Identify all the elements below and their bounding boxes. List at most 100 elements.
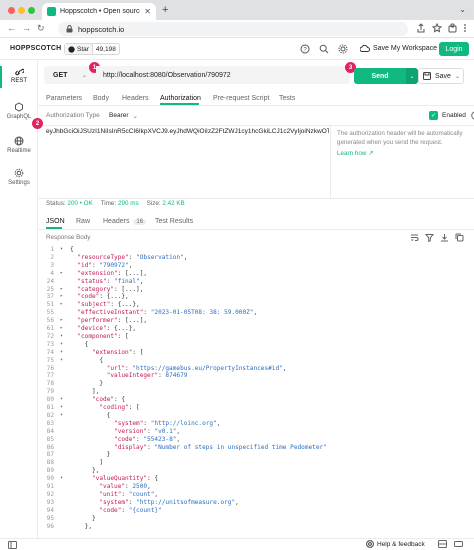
- code-line: 90 ▾ "valueQuantity": {: [38, 475, 474, 483]
- fold-toggle-icon[interactable]: ▸: [60, 317, 63, 323]
- fold-toggle-icon[interactable]: ▾: [60, 357, 63, 363]
- chevron-down-icon: ⌄: [81, 72, 87, 79]
- copy-icon[interactable]: [455, 233, 464, 242]
- download-icon[interactable]: [440, 233, 449, 242]
- fold-toggle-icon[interactable]: ▸: [60, 293, 63, 299]
- forward-icon[interactable]: →: [22, 23, 31, 33]
- address-bar[interactable]: hoppscotch.io: [58, 22, 408, 36]
- url-input[interactable]: http://localhost:8080/Observation/790972: [96, 66, 350, 84]
- line-number: 56: [46, 317, 54, 325]
- fold-toggle-icon[interactable]: ▾: [60, 475, 63, 481]
- save-workspace-button[interactable]: Save My Workspace: [360, 44, 437, 53]
- minimize-window-icon[interactable]: [18, 7, 25, 14]
- star-bookmark-icon[interactable]: [432, 23, 444, 35]
- fold-toggle-icon[interactable]: ▾: [60, 246, 63, 252]
- login-button[interactable]: Login: [439, 42, 469, 56]
- tab-tests[interactable]: Tests: [279, 95, 295, 102]
- sidebar: [0, 60, 38, 550]
- reload-icon[interactable]: ↻: [37, 23, 45, 34]
- sidebar-toggle-icon[interactable]: [8, 541, 17, 549]
- fold-toggle-icon[interactable]: ▾: [60, 404, 63, 410]
- learn-how-link[interactable]: Learn how ↗: [337, 150, 373, 157]
- response-tabs: JSON Raw Headers 16 Test Results: [38, 215, 474, 230]
- save-workspace-label: Save My Workspace: [373, 45, 438, 52]
- fold-toggle-icon[interactable]: ▾: [60, 341, 63, 347]
- fold-toggle-icon[interactable]: ▸: [60, 286, 63, 292]
- sidebar-item-realtime[interactable]: Realtime: [0, 136, 38, 154]
- code-line: 85 "code": "55423-8",: [38, 436, 474, 444]
- fold-toggle-icon[interactable]: ▾: [60, 349, 63, 355]
- search-icon[interactable]: [319, 44, 329, 54]
- tab-raw[interactable]: Raw: [76, 218, 90, 225]
- code-line: 77 "valueInteger": 874679: [38, 372, 474, 380]
- size-label: Size:: [146, 200, 161, 207]
- line-number: 92: [46, 490, 54, 498]
- tab-body[interactable]: Body: [93, 95, 109, 102]
- close-window-icon[interactable]: [8, 7, 15, 14]
- chevron-down-icon: ⌄: [132, 113, 138, 120]
- gear-icon: [14, 168, 24, 178]
- save-button[interactable]: Save ⌄: [418, 68, 464, 84]
- new-tab-icon[interactable]: +: [162, 4, 168, 16]
- app-logo[interactable]: HOPPSCOTCH: [10, 45, 61, 52]
- bearer-token-input[interactable]: eyJhbGciOiJSUzI1NiIsInR5cCI6IkpXVCJ9.eyJ…: [46, 128, 329, 137]
- github-star-button[interactable]: Star 49,198: [64, 43, 120, 55]
- tab-authorization[interactable]: Authorization: [160, 95, 201, 102]
- code-line: 76 "url": "https://gamebus.eu/PropertyIn…: [38, 365, 474, 373]
- code-text: {: [70, 340, 89, 348]
- code-line: 4 ▸ "extension": [...],: [38, 270, 474, 278]
- line-number: 83: [46, 419, 54, 427]
- sidebar-item-rest[interactable]: REST: [0, 68, 38, 84]
- fold-toggle-icon[interactable]: ▾: [60, 412, 63, 418]
- cloud-upload-icon: [360, 44, 370, 53]
- send-options-chevron-icon[interactable]: ⌄: [406, 68, 418, 84]
- close-tab-icon[interactable]: ✕: [144, 7, 151, 16]
- code-text: "version": "v0.1",: [114, 427, 181, 435]
- tab-test-results[interactable]: Test Results: [155, 218, 193, 225]
- help-icon[interactable]: ?: [300, 44, 310, 54]
- sidebar-item-graphql[interactable]: GraphQL: [0, 102, 38, 120]
- maximize-window-icon[interactable]: [28, 7, 35, 14]
- wrap-lines-icon[interactable]: [410, 233, 419, 242]
- enabled-checkbox[interactable]: ✓: [429, 111, 438, 120]
- code-line: 1 ▾ {: [38, 246, 474, 254]
- line-number: 78: [46, 380, 54, 388]
- code-line: 93 "system": "http://unitsofmeasure.org"…: [38, 499, 474, 507]
- browser-tab[interactable]: Hoppscotch • Open source API ✕: [42, 3, 156, 20]
- filter-icon[interactable]: [425, 233, 434, 242]
- code-line: 80 ▾ "code": {: [38, 396, 474, 404]
- tab-response-headers[interactable]: Headers 16: [103, 218, 147, 225]
- fold-toggle-icon[interactable]: ▸: [60, 325, 63, 331]
- help-feedback-button[interactable]: Help & feedback: [366, 540, 463, 548]
- code-text: "category": [...],: [77, 285, 144, 293]
- fold-toggle-icon[interactable]: ▾: [60, 333, 63, 339]
- url-text: hoppscotch.io: [78, 24, 125, 34]
- chevron-down-icon[interactable]: ⌄: [459, 5, 466, 14]
- back-icon[interactable]: ←: [7, 23, 16, 33]
- share-icon[interactable]: [416, 23, 428, 35]
- menu-dots-icon[interactable]: [462, 23, 474, 35]
- auth-type-select[interactable]: Bearer ⌄: [109, 112, 138, 120]
- auth-type-label: Authorization Type: [46, 112, 100, 119]
- response-json-viewer[interactable]: 1 ▾{2 "resourceType": "Observation", 3 "id…: [38, 246, 474, 536]
- sidebar-item-settings[interactable]: Settings: [0, 168, 38, 186]
- layout-icon[interactable]: [437, 540, 447, 548]
- extensions-icon[interactable]: [448, 23, 460, 35]
- settings-gear-icon[interactable]: [338, 44, 348, 54]
- fold-toggle-icon[interactable]: ▸: [60, 270, 63, 276]
- code-text: "resourceType": "Observation",: [77, 253, 188, 261]
- tab-parameters[interactable]: Parameters: [46, 95, 82, 102]
- fold-toggle-icon[interactable]: ▸: [60, 301, 63, 307]
- send-button[interactable]: Send: [354, 68, 406, 84]
- keyboard-shortcut-icon[interactable]: [453, 540, 463, 548]
- line-number: 84: [46, 427, 54, 435]
- star-count: 49,198: [95, 45, 116, 53]
- fold-toggle-icon[interactable]: ▾: [60, 396, 63, 402]
- hoppscotch-favicon: [47, 7, 56, 16]
- code-text: },: [70, 467, 100, 475]
- code-text: "status": "final",: [77, 277, 144, 285]
- sidebar-item-label: Realtime: [7, 148, 31, 154]
- tab-pre-request-script[interactable]: Pre-request Script: [213, 95, 269, 102]
- tab-json[interactable]: JSON: [46, 218, 65, 225]
- tab-headers[interactable]: Headers: [122, 95, 148, 102]
